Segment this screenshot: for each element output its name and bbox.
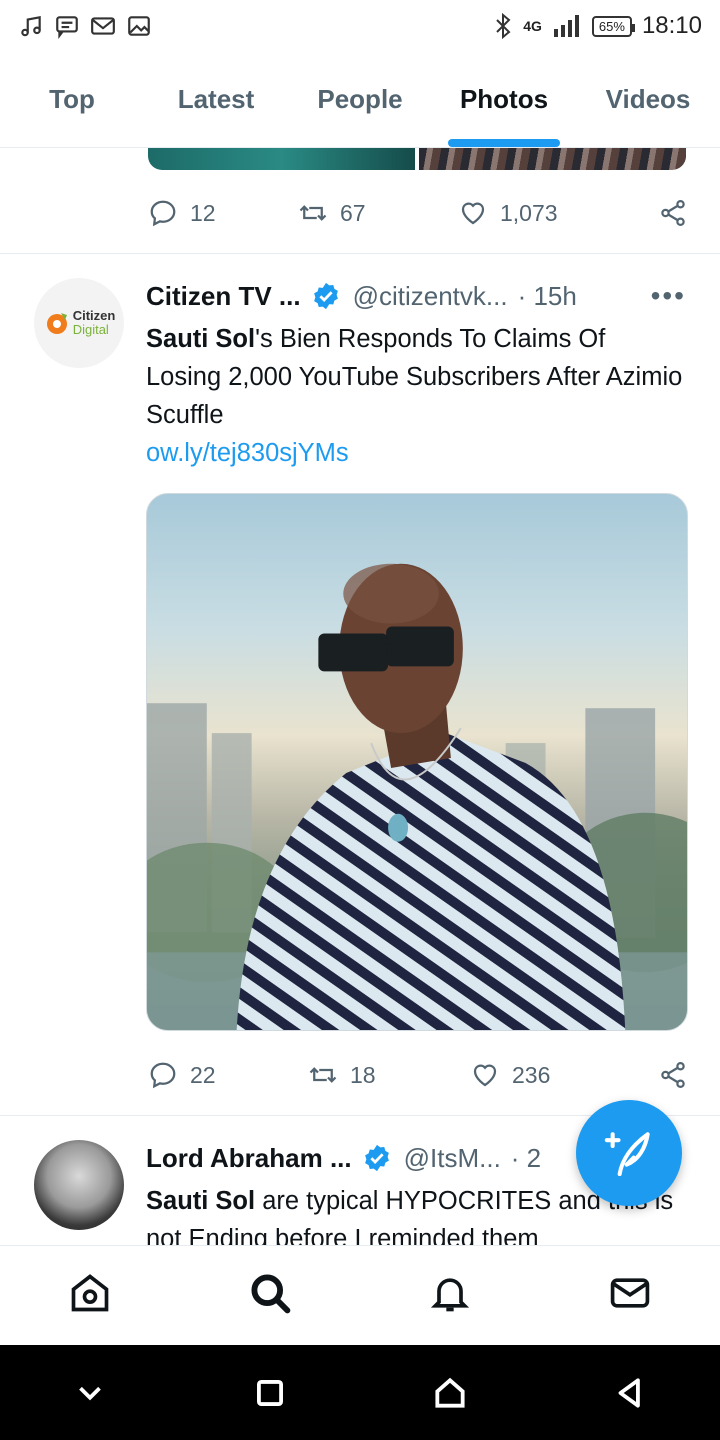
retweet-icon: [309, 1067, 337, 1083]
chevron-down-icon[interactable]: [71, 1374, 109, 1412]
nav-notifications[interactable]: [428, 1271, 472, 1320]
image-icon: [128, 16, 150, 36]
reply-button[interactable]: 12: [148, 198, 298, 228]
display-name[interactable]: Lord Abraham ...: [146, 1143, 352, 1174]
compose-feather-icon: [604, 1132, 650, 1177]
tab-top[interactable]: Top: [0, 52, 144, 147]
active-tab-indicator: [448, 139, 560, 147]
media-image[interactable]: [148, 148, 415, 170]
display-name[interactable]: Citizen TV ...: [146, 281, 301, 312]
like-button[interactable]: 236: [470, 1060, 620, 1090]
reply-button[interactable]: 22: [148, 1060, 308, 1090]
verified-badge-icon: [313, 282, 338, 310]
tweet-photo[interactable]: [146, 493, 688, 1031]
citizen-logo-icon: [46, 313, 67, 334]
nav-home[interactable]: [68, 1271, 112, 1320]
clock: 18:10: [641, 12, 702, 39]
reply-count: 22: [190, 1061, 216, 1088]
message-icon: [56, 16, 78, 39]
music-icon: [21, 16, 41, 37]
citizen-digital-logo: Citizen Digital: [43, 308, 116, 337]
logo-text: Digital: [72, 322, 109, 337]
tab-label: People: [317, 84, 403, 114]
avatar[interactable]: Citizen Digital: [34, 278, 124, 368]
bold-term: Sauti Sol: [146, 325, 256, 353]
photo-illustration: [147, 563, 687, 1030]
retweet-icon: [299, 205, 327, 221]
heart-icon: [461, 202, 485, 225]
system-navigation: [0, 1345, 720, 1440]
notification-icons: [18, 13, 152, 39]
share-icon: [661, 1062, 685, 1088]
retweet-count: 67: [340, 199, 366, 226]
heart-icon: [473, 1064, 497, 1087]
tweet-header: Citizen TV ... @citizentvk... · 15h •••: [146, 276, 686, 316]
retweet-button[interactable]: 67: [298, 198, 458, 228]
tweet-text: Sauti Sol's Bien Responds To Claims Of L…: [146, 320, 686, 472]
status-bar: 4G 65% 18:10: [0, 0, 720, 52]
tab-videos[interactable]: Videos: [576, 52, 720, 147]
previous-tweet-actions: 12 67 1,073: [148, 193, 688, 233]
mail-icon: [610, 1278, 650, 1308]
home-icon: [71, 1274, 109, 1312]
tab-label: Videos: [605, 84, 691, 114]
like-count: 1,073: [500, 199, 558, 226]
share-button[interactable]: [658, 198, 688, 228]
tweet-divider: [0, 253, 720, 254]
back-icon[interactable]: [611, 1374, 649, 1412]
bold-term: Sauti Sol: [146, 1187, 256, 1215]
like-button[interactable]: 1,073: [458, 198, 608, 228]
previous-tweet-media[interactable]: [148, 148, 686, 170]
tab-latest[interactable]: Latest: [144, 52, 288, 147]
gmail-icon: [91, 17, 115, 35]
share-button[interactable]: [658, 1060, 688, 1090]
tweet-time: · 15h: [517, 280, 577, 311]
tweet-link[interactable]: ow.ly/tej830sjYMs: [146, 434, 686, 472]
bottom-navigation: [0, 1245, 720, 1345]
share-icon: [661, 200, 685, 226]
reply-icon: [150, 200, 176, 227]
tab-photos[interactable]: Photos: [432, 52, 576, 147]
tab-label: Top: [49, 84, 95, 114]
network-type: 4G: [523, 18, 542, 34]
retweet-button[interactable]: 18: [308, 1060, 470, 1090]
more-options-button[interactable]: •••: [651, 280, 686, 312]
retweet-count: 18: [350, 1061, 376, 1088]
home-button-icon[interactable]: [431, 1374, 469, 1412]
tab-people[interactable]: People: [288, 52, 432, 147]
reply-count: 12: [190, 199, 216, 226]
recent-apps-icon[interactable]: [251, 1374, 289, 1412]
search-icon: [251, 1274, 291, 1314]
tweet-actions: 22 18 236: [148, 1055, 688, 1095]
avatar[interactable]: [34, 1140, 124, 1230]
bluetooth-icon: [496, 13, 511, 39]
media-image[interactable]: [419, 148, 686, 170]
signal-icon: [553, 15, 579, 37]
search-tabs: Top Latest People Photos Videos: [0, 52, 720, 148]
user-handle[interactable]: @citizentvk...: [353, 281, 508, 312]
bell-icon: [430, 1278, 470, 1312]
logo-text: Citizen: [72, 308, 116, 323]
tweet-time: · 2: [510, 1142, 542, 1173]
tab-label: Latest: [177, 84, 255, 114]
nav-search[interactable]: [248, 1271, 292, 1320]
battery-indicator: 65%: [591, 15, 635, 37]
verified-badge-icon: [364, 1144, 389, 1172]
user-handle[interactable]: @ItsM...: [404, 1143, 501, 1174]
tab-label: Photos: [459, 84, 549, 114]
compose-tweet-button[interactable]: [576, 1100, 682, 1206]
reply-icon: [150, 1062, 176, 1089]
nav-messages[interactable]: [608, 1271, 652, 1320]
like-count: 236: [512, 1061, 551, 1088]
